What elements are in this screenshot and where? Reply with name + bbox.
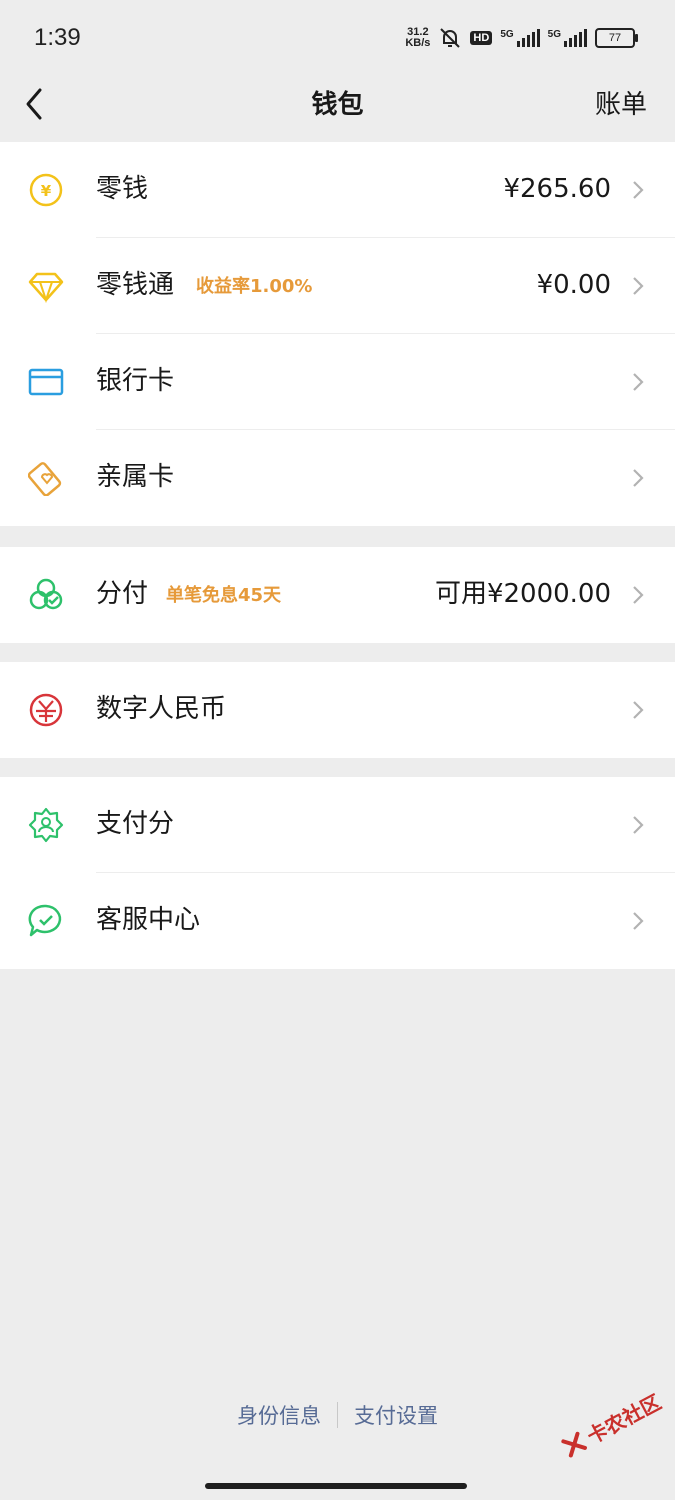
row-fenfu[interactable]: 分付 单笔免息45天 可用¥2000.00 bbox=[0, 547, 675, 643]
status-icons: 31.2 KB/s HD 5G 5G 77 bbox=[405, 26, 638, 50]
battery-icon: 77 bbox=[595, 28, 638, 48]
row-label: 银行卡 bbox=[96, 366, 175, 396]
status-bar: 1:39 31.2 KB/s HD 5G 5G 77 bbox=[0, 0, 675, 80]
customer-service-icon bbox=[28, 904, 62, 937]
yield-tag: 收益率1.00% bbox=[196, 276, 313, 297]
row-pay-score[interactable]: 支付分 bbox=[0, 777, 675, 873]
identity-info-link[interactable]: 身份信息 bbox=[237, 1400, 321, 1430]
chevron-right-icon bbox=[633, 586, 644, 604]
chevron-right-icon bbox=[633, 701, 644, 719]
hd-badge: HD bbox=[470, 31, 493, 45]
digital-rmb-icon bbox=[29, 693, 63, 727]
row-label: 支付分 bbox=[96, 809, 175, 839]
wallet-balance-group: ¥ 零钱 ¥265.60 零钱通 收益率1.00% ¥0.00 银行卡 亲属卡 bbox=[0, 142, 675, 526]
signal-icon: 5G bbox=[500, 29, 540, 47]
footer-links: 身份信息 支付设置 bbox=[0, 1400, 675, 1430]
service-group: 支付分 客服中心 bbox=[0, 777, 675, 969]
yuan-coin-icon: ¥ bbox=[29, 173, 63, 207]
signal-icon-2: 5G bbox=[548, 29, 587, 47]
chevron-right-icon bbox=[633, 277, 644, 295]
row-value: ¥0.00 bbox=[536, 270, 611, 300]
fenfu-group: 分付 单笔免息45天 可用¥2000.00 bbox=[0, 547, 675, 643]
row-label: 零钱 bbox=[96, 174, 149, 204]
row-label: 零钱通 bbox=[96, 270, 175, 300]
chevron-right-icon bbox=[633, 816, 644, 834]
watermark-text: 卡农社区 bbox=[583, 1389, 666, 1449]
interest-free-tag: 单笔免息45天 bbox=[166, 585, 282, 606]
row-value: 可用¥2000.00 bbox=[434, 579, 611, 609]
row-change[interactable]: ¥ 零钱 ¥265.60 bbox=[0, 142, 675, 238]
bill-button[interactable]: 账单 bbox=[595, 84, 647, 121]
chevron-right-icon bbox=[633, 469, 644, 487]
svg-text:¥: ¥ bbox=[41, 182, 52, 200]
row-value: ¥265.60 bbox=[503, 174, 611, 204]
row-lingqiantong[interactable]: 零钱通 收益率1.00% ¥0.00 bbox=[0, 238, 675, 334]
footer-separator bbox=[337, 1402, 338, 1428]
home-indicator[interactable] bbox=[205, 1483, 467, 1489]
family-card-icon bbox=[28, 462, 62, 496]
row-family-card[interactable]: 亲属卡 bbox=[0, 430, 675, 526]
diamond-icon bbox=[28, 272, 64, 304]
row-label: 亲属卡 bbox=[96, 462, 175, 492]
row-label: 数字人民币 bbox=[96, 694, 227, 724]
row-label: 分付 bbox=[96, 579, 149, 609]
mute-bell-icon bbox=[440, 28, 461, 48]
pay-score-icon bbox=[28, 807, 64, 843]
chevron-right-icon bbox=[633, 373, 644, 391]
nav-bar: 钱包 账单 bbox=[0, 80, 675, 142]
pay-settings-link[interactable]: 支付设置 bbox=[354, 1400, 438, 1430]
chevron-right-icon bbox=[633, 181, 644, 199]
status-time: 1:39 bbox=[34, 24, 81, 51]
row-bank-card[interactable]: 银行卡 bbox=[0, 334, 675, 430]
row-customer-service[interactable]: 客服中心 bbox=[0, 873, 675, 969]
bank-card-icon bbox=[28, 368, 64, 396]
digital-rmb-group: 数字人民币 bbox=[0, 662, 675, 758]
row-label: 客服中心 bbox=[96, 905, 201, 935]
row-digital-rmb[interactable]: 数字人民币 bbox=[0, 662, 675, 758]
fenfu-icon bbox=[29, 578, 63, 610]
chevron-right-icon bbox=[633, 912, 644, 930]
page-title: 钱包 bbox=[311, 90, 364, 120]
network-speed: 31.2 KB/s bbox=[405, 26, 431, 49]
